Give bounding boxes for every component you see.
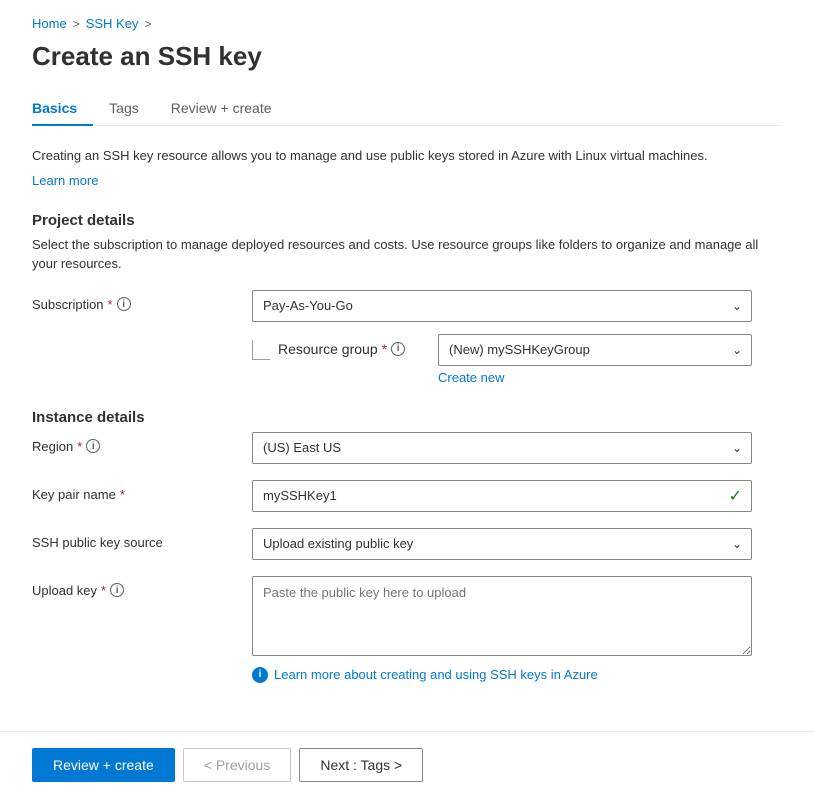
ssh-public-key-source-select-wrapper: Upload existing public key ⌄ [252,528,752,560]
region-select-wrapper: (US) East US ⌄ [252,432,752,464]
resource-group-required: * [382,341,387,357]
breadcrumb-sep2: > [144,17,151,31]
ssh-public-key-source-label: SSH public key source [32,528,252,550]
info-learn-more: i Learn more about creating and using SS… [252,667,752,683]
subscription-resource-group-row: Subscription * i Pay-As-You-Go ⌄ Resourc… [32,290,782,385]
review-create-button[interactable]: Review + create [32,748,175,782]
resource-group-info-icon[interactable]: i [391,342,405,356]
key-pair-name-label: Key pair name * [32,480,252,502]
ssh-public-key-source-row: SSH public key source Upload existing pu… [32,528,782,560]
learn-more-link[interactable]: Learn more [32,173,98,188]
upload-key-required: * [101,583,106,598]
region-row: Region * i (US) East US ⌄ [32,432,782,464]
breadcrumb-sep1: > [73,17,80,31]
region-control: (US) East US ⌄ [252,432,752,464]
subscription-required: * [108,297,113,312]
subscription-select[interactable]: Pay-As-You-Go [252,290,752,322]
subscription-select-wrapper: Pay-As-You-Go ⌄ [252,290,752,322]
previous-button[interactable]: < Previous [183,748,292,782]
upload-key-label: Upload key * i [32,576,252,598]
footer: Review + create < Previous Next : Tags > [0,732,814,798]
resource-group-select[interactable]: (New) mySSHKeyGroup [438,334,752,366]
subscription-info-icon[interactable]: i [117,297,131,311]
key-pair-name-input-wrapper: ✓ [252,480,752,512]
key-pair-name-input[interactable] [252,480,752,512]
subscription-label: Subscription * i [32,290,252,312]
ssh-public-key-source-select[interactable]: Upload existing public key [252,528,752,560]
key-pair-name-valid-icon: ✓ [729,486,742,506]
upload-key-textarea[interactable] [252,576,752,656]
resource-group-row: Resource group * i (New) mySSHKeyGroup ⌄ [252,334,752,385]
upload-key-row: Upload key * i i Learn more about creati… [32,576,782,683]
basics-description: Creating an SSH key resource allows you … [32,146,782,166]
resource-group-label-area: Resource group * i [278,334,428,357]
tab-tags[interactable]: Tags [93,92,155,126]
key-pair-name-control: ✓ [252,480,752,512]
tab-basics[interactable]: Basics [32,92,93,126]
region-label: Region * i [32,432,252,454]
subscription-control: Pay-As-You-Go ⌄ Resource group * i [252,290,752,385]
resource-group-select-wrapper: (New) mySSHKeyGroup ⌄ [438,334,752,366]
breadcrumb-ssh-key[interactable]: SSH Key [86,16,139,31]
breadcrumb: Home > SSH Key > [32,16,782,31]
next-button[interactable]: Next : Tags > [299,748,423,782]
region-required: * [77,439,82,454]
upload-key-info-icon[interactable]: i [110,583,124,597]
breadcrumb-home[interactable]: Home [32,16,67,31]
tabs-container: Basics Tags Review + create [32,92,782,126]
create-new-link[interactable]: Create new [438,370,752,385]
region-select[interactable]: (US) East US [252,432,752,464]
region-info-icon[interactable]: i [86,439,100,453]
page-title: Create an SSH key [32,41,782,72]
upload-key-control: i Learn more about creating and using SS… [252,576,752,683]
project-details-desc: Select the subscription to manage deploy… [32,235,782,274]
key-pair-name-required: * [120,487,125,502]
ssh-public-key-source-control: Upload existing public key ⌄ [252,528,752,560]
project-details-header: Project details [32,212,782,229]
ssh-keys-learn-more-link[interactable]: Learn more about creating and using SSH … [274,667,598,682]
tab-review-create[interactable]: Review + create [155,92,288,126]
info-circle-icon: i [252,667,268,683]
key-pair-name-row: Key pair name * ✓ [32,480,782,512]
instance-details-header: Instance details [32,409,782,426]
